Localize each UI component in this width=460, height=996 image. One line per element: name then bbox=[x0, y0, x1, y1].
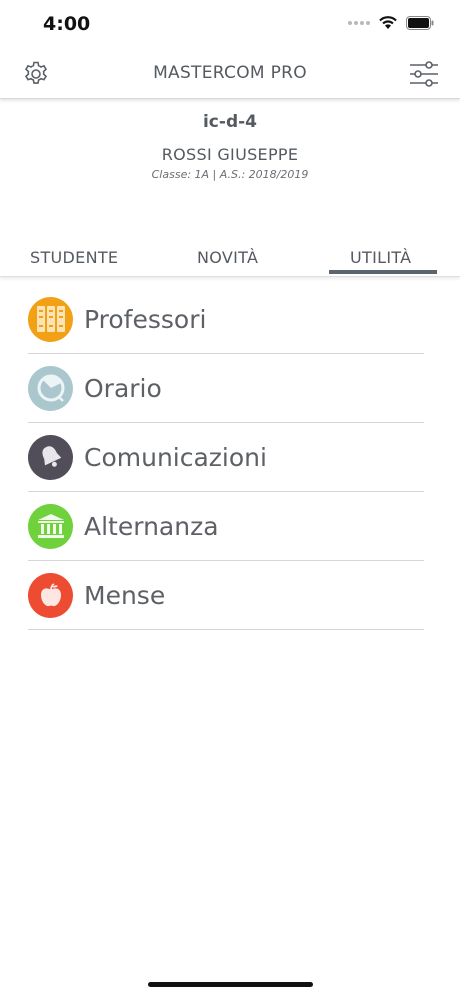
signal-icon bbox=[348, 20, 370, 25]
menu-item-label: Orario bbox=[84, 373, 162, 403]
battery-icon bbox=[406, 15, 434, 30]
status-time: 4:00 bbox=[43, 13, 91, 35]
filter-button[interactable] bbox=[408, 58, 440, 90]
menu-item-orario[interactable]: Orario bbox=[28, 354, 424, 423]
student-code: ic-d-4 bbox=[202, 112, 257, 132]
tab-studente[interactable]: STUDENTE bbox=[30, 248, 118, 267]
student-name: ROSSI GIUSEPPE bbox=[161, 145, 299, 164]
clock-icon bbox=[28, 365, 73, 411]
profile-header: ic-d-4 ROSSI GIUSEPPE Classe: 1A | A.S.:… bbox=[0, 98, 460, 181]
tab-indicator bbox=[329, 270, 437, 274]
menu-item-label: Alternanza bbox=[84, 511, 219, 541]
tab-bar: STUDENTE NOVITÀ UTILITÀ bbox=[0, 240, 460, 277]
status-icons bbox=[348, 15, 434, 30]
menu-item-label: Professori bbox=[84, 304, 207, 334]
menu-item-professori[interactable]: Professori bbox=[28, 285, 424, 354]
menu-item-comunicazioni[interactable]: Comunicazioni bbox=[28, 423, 424, 492]
app-title: MASTERCOM PRO bbox=[153, 63, 307, 83]
sliders-icon bbox=[410, 61, 438, 87]
class-info: Classe: 1A | A.S.: 2018/2019 bbox=[151, 168, 309, 181]
menu-item-mense[interactable]: Mense bbox=[28, 561, 424, 630]
utility-menu: Professori Orario Comunicazioni Alternan… bbox=[28, 285, 424, 630]
tab-novita[interactable]: NOVITÀ bbox=[197, 248, 258, 267]
status-bar: 4:00 bbox=[0, 0, 460, 50]
bell-icon bbox=[28, 434, 73, 480]
tab-utilita[interactable]: UTILITÀ bbox=[350, 248, 411, 267]
nav-bar: MASTERCOM PRO bbox=[0, 50, 460, 99]
wifi-icon bbox=[379, 16, 397, 29]
building-icon bbox=[28, 503, 73, 549]
menu-item-label: Mense bbox=[84, 580, 166, 610]
books-icon bbox=[28, 296, 73, 342]
home-indicator[interactable] bbox=[148, 982, 313, 987]
apple-icon bbox=[28, 572, 73, 618]
menu-item-alternanza[interactable]: Alternanza bbox=[28, 492, 424, 561]
menu-item-label: Comunicazioni bbox=[84, 442, 267, 472]
